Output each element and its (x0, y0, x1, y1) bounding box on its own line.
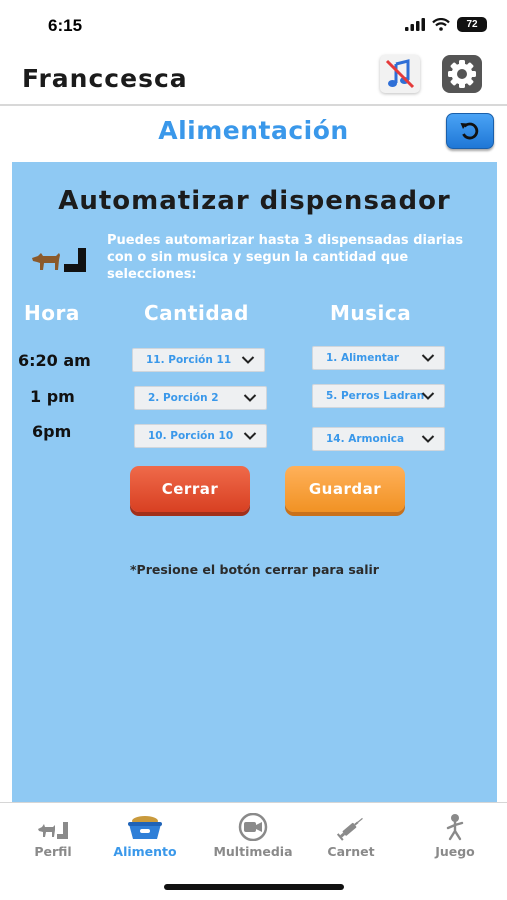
cantidad-select[interactable]: 11. Porción 11 (132, 348, 265, 372)
musica-select[interactable]: 5. Perros Ladran (312, 384, 445, 408)
column-header-hora: Hora (24, 301, 80, 325)
column-header-musica: Musica (330, 301, 412, 325)
close-button[interactable]: Cerrar (130, 466, 250, 512)
time-label: 6pm (32, 422, 72, 441)
battery-icon: 72 (457, 17, 487, 32)
wifi-icon (432, 18, 450, 31)
chevron-down-icon (421, 392, 435, 400)
musica-select[interactable]: 1. Alimentar (312, 346, 445, 370)
nav-item-alimento[interactable]: Alimento (100, 813, 190, 859)
dog-bowl-profile-icon (38, 822, 68, 839)
music-off-button[interactable] (380, 55, 420, 93)
gear-icon (448, 60, 476, 88)
syringe-icon (336, 817, 363, 841)
chevron-down-icon (241, 356, 255, 364)
signal-icon (405, 18, 425, 31)
chevron-down-icon (243, 432, 257, 440)
musica-select-value: 1. Alimentar (326, 352, 400, 364)
musica-select-value: 14. Armonica (326, 433, 405, 445)
nav-label: Perfil (34, 844, 72, 859)
time-label: 6:20 am (18, 351, 91, 370)
status-icons: 72 (405, 17, 487, 32)
nav-item-multimedia[interactable]: Multimedia (208, 813, 298, 859)
panel-description: Puedes automarizar hasta 3 dispensadas d… (107, 233, 464, 282)
chevron-down-icon (243, 394, 257, 402)
cantidad-select[interactable]: 2. Porción 2 (134, 386, 267, 410)
home-indicator (164, 884, 344, 890)
nav-label: Carnet (327, 844, 375, 859)
nav-item-perfil[interactable]: Perfil (8, 813, 98, 859)
nav-label: Multimedia (213, 844, 293, 859)
exit-note: *Presione el botón cerrar para salir (130, 562, 379, 577)
nav-item-carnet[interactable]: Carnet (306, 813, 396, 859)
app-header: Franccesca (0, 50, 507, 106)
refresh-button[interactable] (446, 113, 494, 149)
running-figure-icon (446, 814, 464, 841)
section-title: Alimentación (158, 116, 349, 145)
panel-title: Automatizar dispensador (58, 186, 451, 216)
time-label: 1 pm (30, 387, 75, 406)
status-time: 6:15 (48, 16, 83, 35)
cantidad-select-value: 10. Porción 10 (148, 430, 234, 442)
cantidad-select-value: 2. Porción 2 (148, 392, 219, 404)
musica-select-value: 5. Perros Ladran (326, 390, 425, 402)
settings-button[interactable] (442, 55, 482, 93)
nav-label: Juego (435, 844, 475, 859)
musica-select[interactable]: 14. Armonica (312, 427, 445, 451)
column-header-cantidad: Cantidad (144, 301, 249, 325)
save-button[interactable]: Guardar (285, 466, 405, 512)
nav-item-juego[interactable]: Juego (410, 813, 500, 859)
dispenser-panel: Automatizar dispensador Puedes automariz… (12, 162, 497, 802)
dog-bowl-icon (32, 248, 86, 272)
status-bar: 6:15 72 (0, 0, 507, 50)
nav-label: Alimento (113, 844, 177, 859)
refresh-icon (460, 122, 479, 140)
cantidad-select-value: 11. Porción 11 (146, 354, 232, 366)
music-off-icon (385, 59, 415, 89)
video-camera-icon (238, 813, 268, 841)
food-bowl-icon (128, 816, 162, 839)
battery-level: 72 (466, 19, 478, 30)
chevron-down-icon (421, 435, 435, 443)
chevron-down-icon (421, 354, 435, 362)
cantidad-select[interactable]: 10. Porción 10 (134, 424, 267, 448)
user-name: Franccesca (22, 64, 188, 93)
